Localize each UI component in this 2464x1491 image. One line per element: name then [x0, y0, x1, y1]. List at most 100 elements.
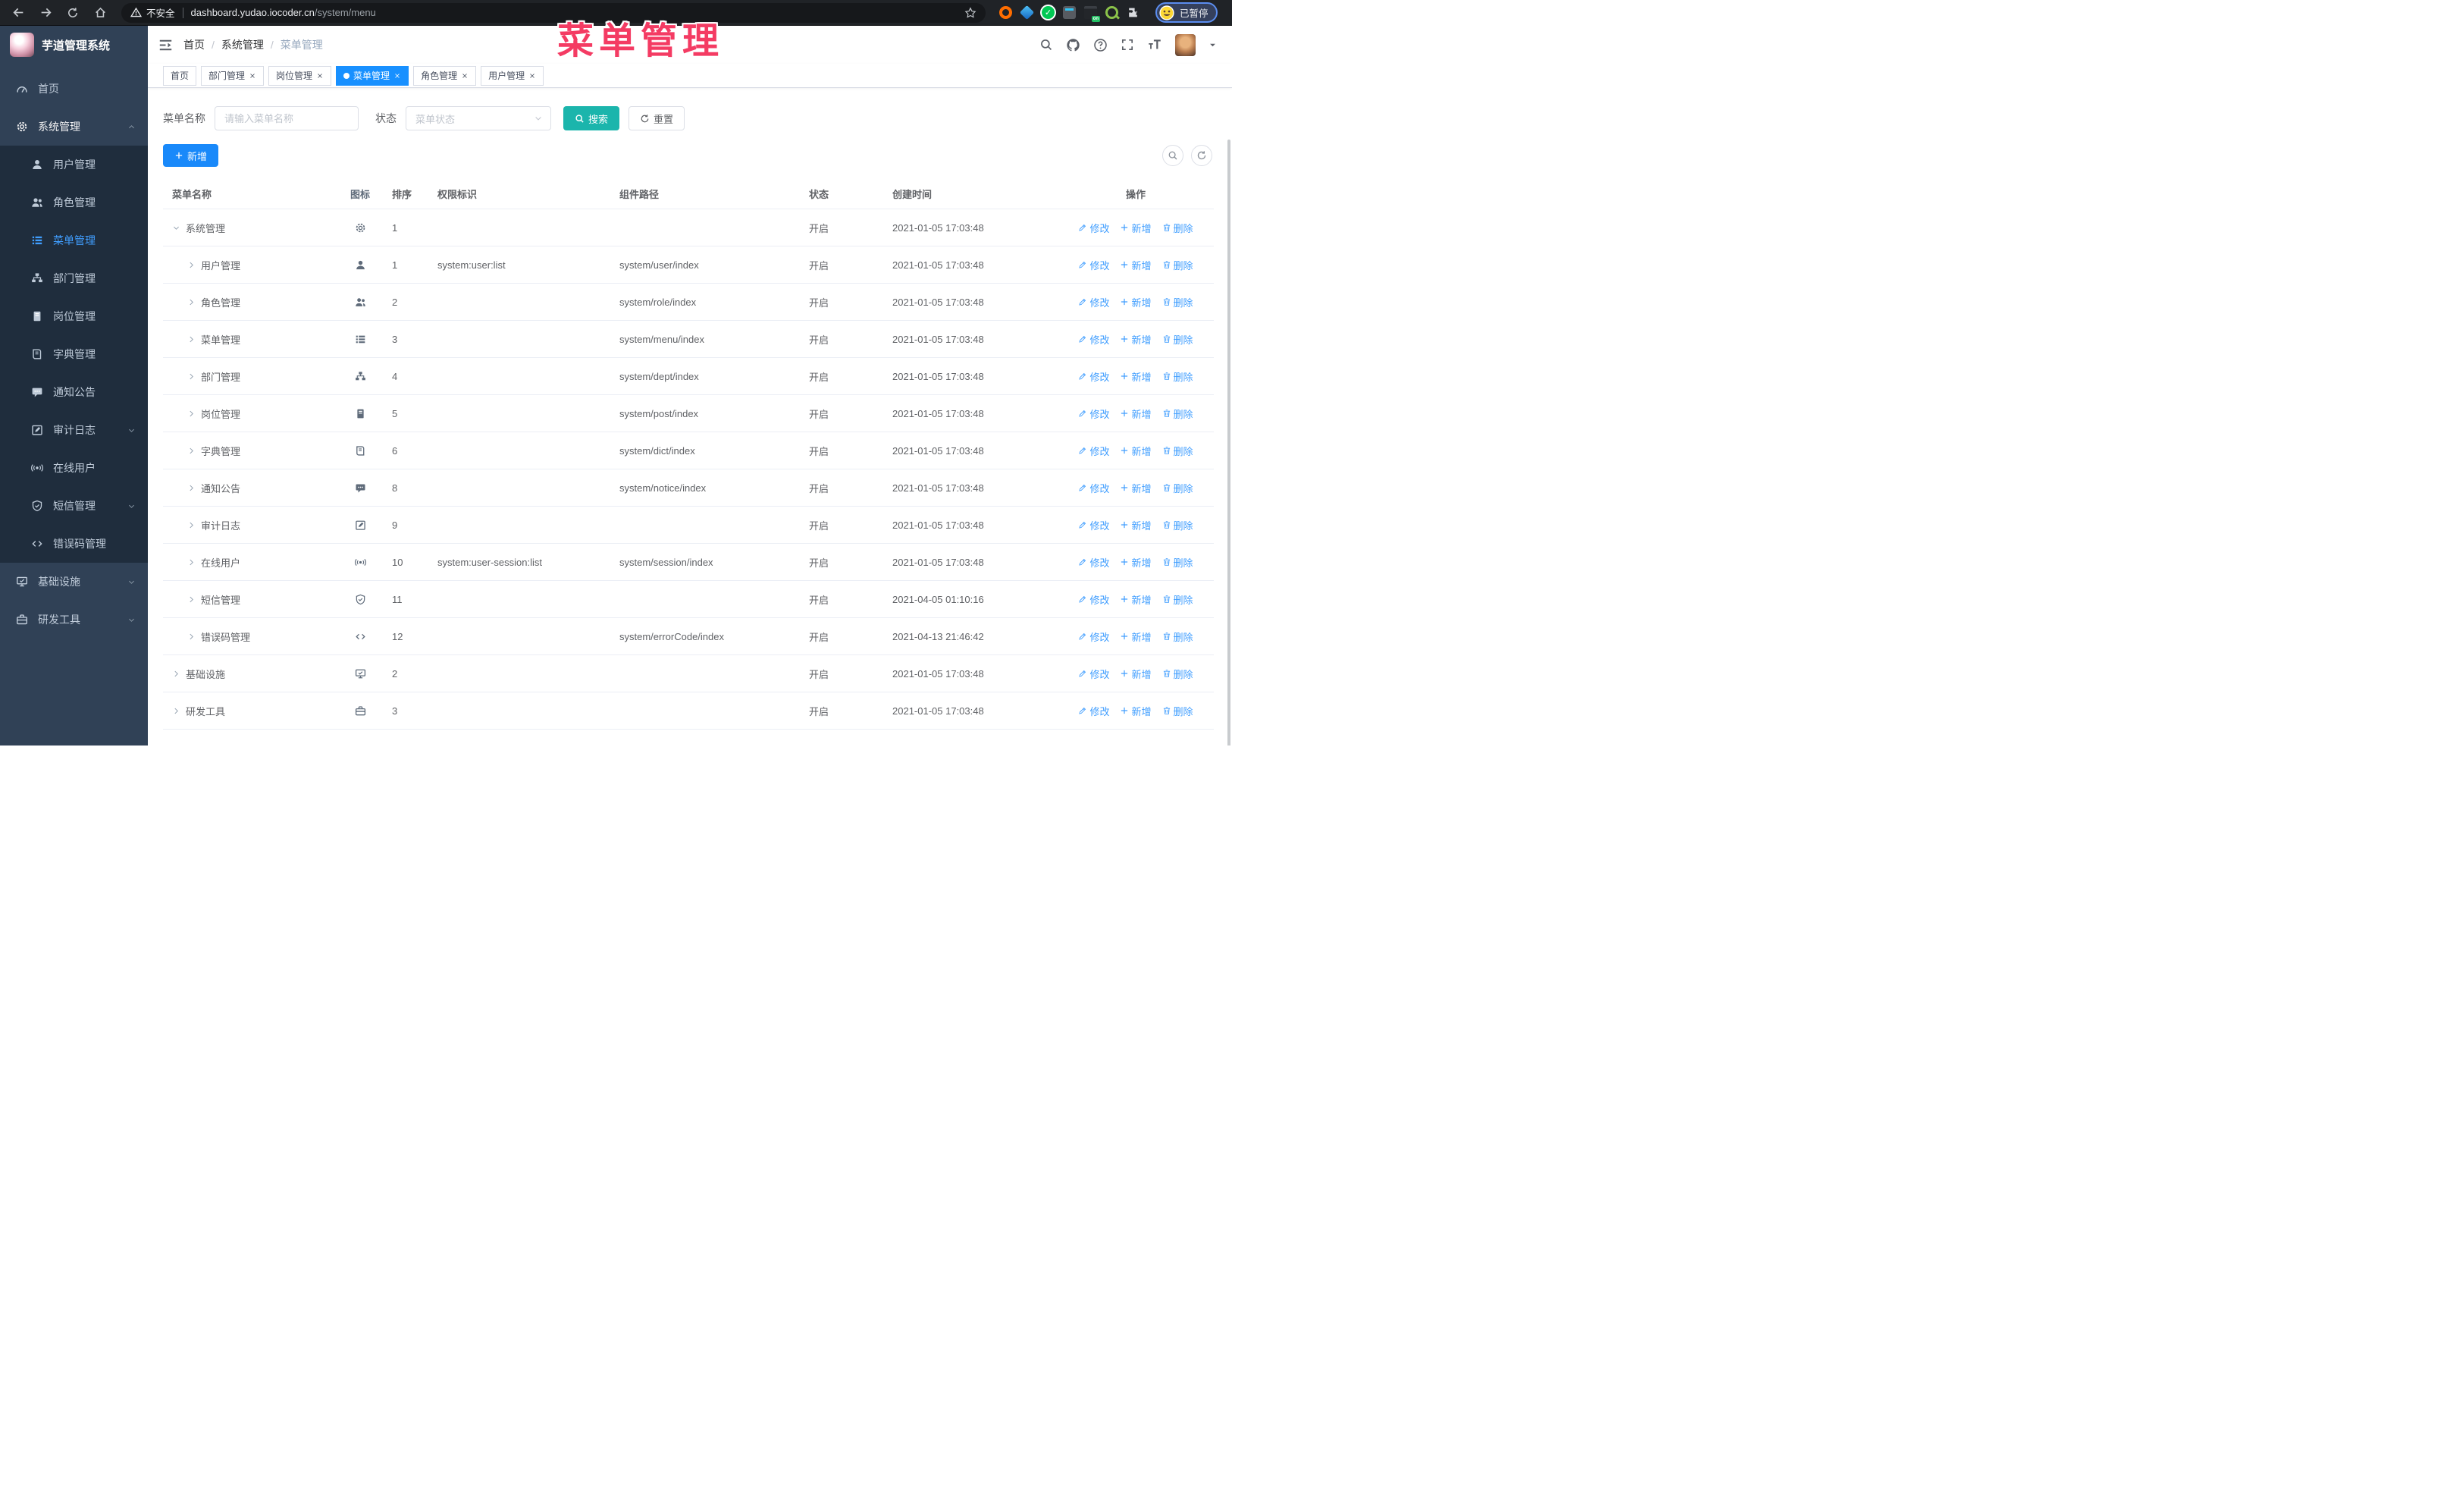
reload-icon[interactable] [62, 2, 83, 24]
expander-icon[interactable] [187, 447, 196, 455]
add-link[interactable]: 新增 [1120, 481, 1152, 495]
delete-link[interactable]: 删除 [1162, 555, 1193, 570]
add-link[interactable]: 新增 [1120, 444, 1152, 458]
close-tab-icon[interactable] [249, 72, 256, 80]
add-link[interactable]: 新增 [1120, 518, 1152, 532]
refresh-table-button[interactable] [1191, 145, 1212, 166]
delete-link[interactable]: 删除 [1162, 258, 1193, 272]
forward-icon[interactable] [35, 2, 56, 24]
edit-link[interactable]: 修改 [1078, 406, 1109, 421]
add-link[interactable]: 新增 [1120, 369, 1152, 384]
sidebar-item-infra[interactable]: 基础设施 [0, 563, 148, 601]
security-label[interactable]: 不安全 [146, 5, 175, 20]
status-select[interactable]: 菜单状态 [406, 106, 551, 130]
breadcrumb-item[interactable]: 首页 [183, 37, 205, 52]
sidebar-item-tree[interactable]: 部门管理 [0, 259, 148, 297]
expander-icon[interactable] [187, 521, 196, 529]
expander-icon[interactable] [187, 484, 196, 492]
sidebar-item-dict[interactable]: 字典管理 [0, 335, 148, 373]
expander-icon[interactable] [172, 670, 180, 678]
extension-icon[interactable] [1063, 6, 1076, 19]
expander-icon[interactable] [187, 372, 196, 381]
header-search-icon[interactable] [1039, 38, 1053, 52]
reset-button[interactable]: 重置 [629, 106, 685, 130]
edit-link[interactable]: 修改 [1078, 518, 1109, 532]
profile-paused-badge[interactable]: 已暂停 [1155, 2, 1218, 23]
app-logo-row[interactable]: 芋道管理系统 [0, 26, 148, 64]
add-link[interactable]: 新增 [1120, 258, 1152, 272]
toggle-search-button[interactable] [1162, 145, 1183, 166]
close-tab-icon[interactable] [393, 72, 401, 80]
delete-link[interactable]: 删除 [1162, 667, 1193, 681]
delete-link[interactable]: 删除 [1162, 629, 1193, 644]
sidebar-item-menu[interactable]: 菜单管理 [0, 221, 148, 259]
edit-link[interactable]: 修改 [1078, 258, 1109, 272]
edit-link[interactable]: 修改 [1078, 629, 1109, 644]
sidebar-item-errcode[interactable]: 错误码管理 [0, 525, 148, 563]
edit-link[interactable]: 修改 [1078, 221, 1109, 235]
expander-icon[interactable] [172, 707, 180, 715]
expander-icon[interactable] [187, 261, 196, 269]
expander-icon[interactable] [172, 224, 180, 232]
extension-icon[interactable] [1019, 5, 1035, 20]
tab-菜单管理[interactable]: 菜单管理 [336, 65, 409, 86]
expander-icon[interactable] [187, 558, 196, 567]
delete-link[interactable]: 删除 [1162, 295, 1193, 309]
edit-link[interactable]: 修改 [1078, 592, 1109, 607]
fullscreen-icon[interactable] [1121, 38, 1134, 52]
sidebar-item-dev[interactable]: 研发工具 [0, 601, 148, 639]
sidebar-item-gauge[interactable]: 首页 [0, 70, 148, 108]
expander-icon[interactable] [187, 595, 196, 604]
extension-icon[interactable] [999, 6, 1012, 19]
close-tab-icon[interactable] [461, 72, 469, 80]
tab-部门管理[interactable]: 部门管理 [201, 65, 265, 86]
edit-link[interactable]: 修改 [1078, 444, 1109, 458]
delete-link[interactable]: 删除 [1162, 369, 1193, 384]
delete-link[interactable]: 删除 [1162, 332, 1193, 347]
add-link[interactable]: 新增 [1120, 667, 1152, 681]
extension-icon[interactable]: ✓ [1042, 6, 1055, 19]
tab-岗位管理[interactable]: 岗位管理 [268, 65, 332, 86]
edit-link[interactable]: 修改 [1078, 555, 1109, 570]
delete-link[interactable]: 删除 [1162, 406, 1193, 421]
expander-icon[interactable] [187, 410, 196, 418]
add-link[interactable]: 新增 [1120, 406, 1152, 421]
sidebar-item-sms[interactable]: 短信管理 [0, 487, 148, 525]
back-icon[interactable] [8, 2, 29, 24]
sidebar-item-audit[interactable]: 审计日志 [0, 411, 148, 449]
url-bar[interactable]: 不安全 dashboard.yudao.iocoder.cn/system/me… [121, 2, 986, 23]
collapse-sidebar-icon[interactable] [158, 38, 173, 52]
add-link[interactable]: 新增 [1120, 295, 1152, 309]
add-link[interactable]: 新增 [1120, 629, 1152, 644]
delete-link[interactable]: 删除 [1162, 592, 1193, 607]
edit-link[interactable]: 修改 [1078, 295, 1109, 309]
tab-角色管理[interactable]: 角色管理 [413, 65, 477, 86]
breadcrumb-item[interactable]: 系统管理 [221, 37, 264, 52]
add-link[interactable]: 新增 [1120, 704, 1152, 718]
expander-icon[interactable] [187, 298, 196, 306]
sidebar-item-online[interactable]: 在线用户 [0, 449, 148, 487]
edit-link[interactable]: 修改 [1078, 332, 1109, 347]
add-link[interactable]: 新增 [1120, 592, 1152, 607]
edit-link[interactable]: 修改 [1078, 704, 1109, 718]
search-button[interactable]: 搜索 [563, 106, 620, 130]
scrollbar[interactable] [1227, 140, 1230, 746]
url-text[interactable]: dashboard.yudao.iocoder.cn/system/menu [191, 7, 376, 18]
extensions-puzzle-icon[interactable] [1127, 6, 1140, 19]
bookmark-star-icon[interactable] [964, 6, 977, 19]
font-size-icon[interactable] [1147, 38, 1162, 52]
user-avatar[interactable] [1175, 33, 1196, 56]
sidebar-item-notice[interactable]: 通知公告 [0, 373, 148, 411]
delete-link[interactable]: 删除 [1162, 518, 1193, 532]
home-icon[interactable] [89, 2, 111, 24]
delete-link[interactable]: 删除 [1162, 481, 1193, 495]
extension-icon[interactable] [1105, 6, 1118, 19]
sidebar-item-user[interactable]: 用户管理 [0, 146, 148, 184]
sidebar-item-gear[interactable]: 系统管理 [0, 108, 148, 146]
add-link[interactable]: 新增 [1120, 555, 1152, 570]
edit-link[interactable]: 修改 [1078, 667, 1109, 681]
expander-icon[interactable] [187, 335, 196, 344]
delete-link[interactable]: 删除 [1162, 221, 1193, 235]
tab-首页[interactable]: 首页 [163, 65, 197, 86]
delete-link[interactable]: 删除 [1162, 704, 1193, 718]
